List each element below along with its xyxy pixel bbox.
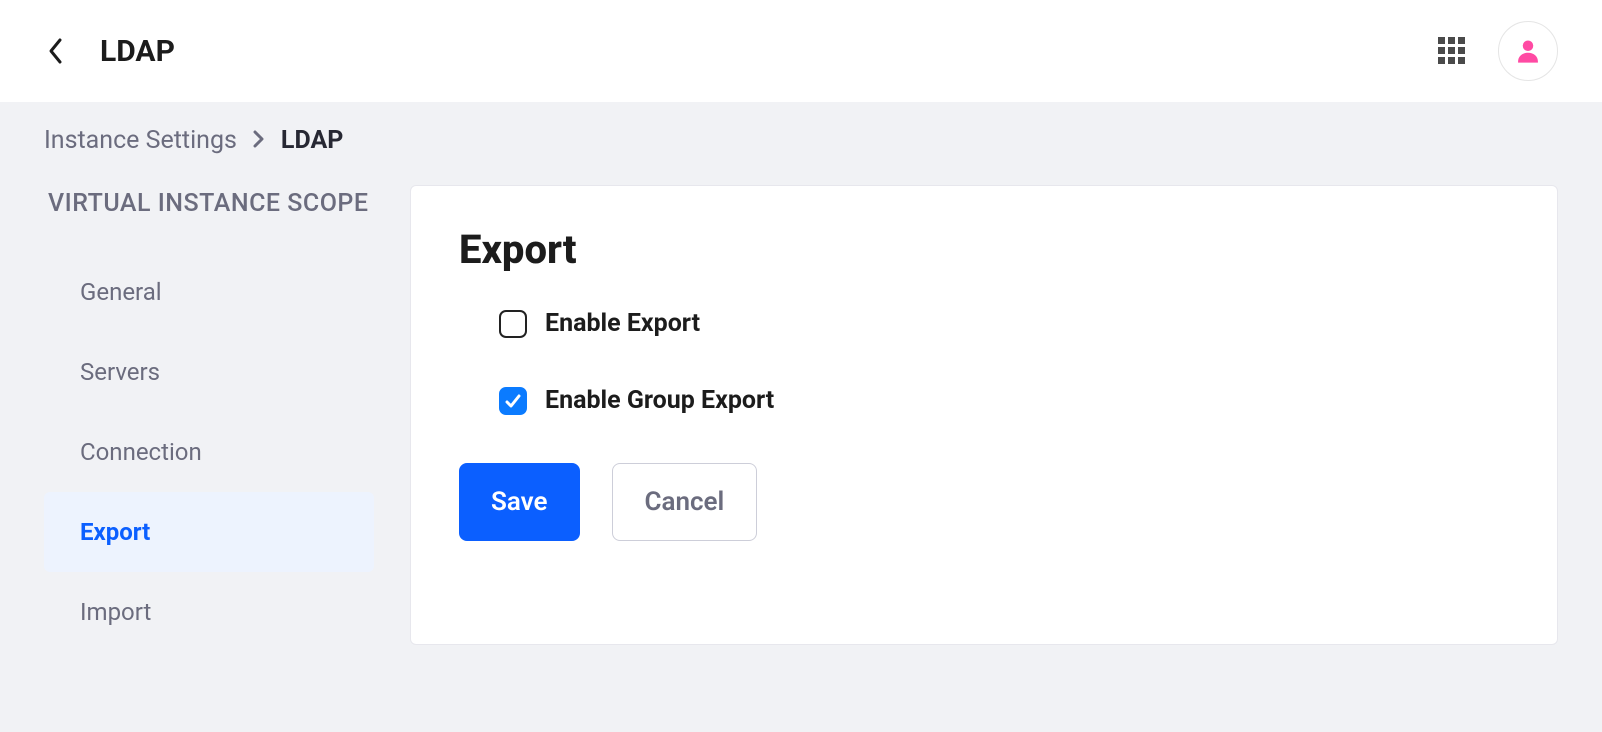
top-header: LDAP xyxy=(0,0,1602,102)
sidebar-item-import[interactable]: Import xyxy=(44,572,374,652)
grid-icon xyxy=(1437,36,1467,66)
button-row: Save Cancel xyxy=(459,463,1509,541)
avatar[interactable] xyxy=(1498,21,1558,81)
field-enable-group-export: Enable Group Export xyxy=(459,386,1509,415)
top-header-right xyxy=(1434,21,1558,81)
sidebar-item-general[interactable]: General xyxy=(44,252,374,332)
page-title: LDAP xyxy=(100,34,175,69)
panel-export: Export Enable Export Enable Group Export xyxy=(410,185,1558,645)
checkbox-enable-export[interactable] xyxy=(499,310,527,338)
top-header-left: LDAP xyxy=(44,34,175,69)
sidebar-item-label: Import xyxy=(80,598,151,626)
back-button[interactable] xyxy=(44,39,68,63)
main-area: Instance Settings LDAP VIRTUAL INSTANCE … xyxy=(0,102,1602,732)
panel-heading: Export xyxy=(459,226,1509,273)
breadcrumb: Instance Settings LDAP xyxy=(0,102,1602,167)
checkbox-label-enable-export: Enable Export xyxy=(545,309,700,338)
sidebar-item-servers[interactable]: Servers xyxy=(44,332,374,412)
sidebar-heading: VIRTUAL INSTANCE SCOPE xyxy=(44,185,374,224)
chevron-left-icon xyxy=(47,37,65,65)
check-icon xyxy=(504,392,522,410)
save-button[interactable]: Save xyxy=(459,463,580,541)
checkbox-label-enable-group-export: Enable Group Export xyxy=(545,386,774,415)
user-icon xyxy=(1514,37,1542,65)
sidebar-item-export[interactable]: Export xyxy=(44,492,374,572)
sidebar-item-label: Connection xyxy=(80,438,202,466)
checkbox-enable-group-export[interactable] xyxy=(499,387,527,415)
apps-button[interactable] xyxy=(1434,33,1470,69)
content-row: VIRTUAL INSTANCE SCOPE General Servers C… xyxy=(0,167,1602,652)
sidebar-item-label: Servers xyxy=(80,358,160,386)
sidebar-item-label: Export xyxy=(80,518,150,546)
breadcrumb-parent[interactable]: Instance Settings xyxy=(44,126,237,155)
breadcrumb-current: LDAP xyxy=(281,126,343,155)
sidebar-item-label: General xyxy=(80,278,162,306)
cancel-button[interactable]: Cancel xyxy=(612,463,758,541)
sidebar-item-connection[interactable]: Connection xyxy=(44,412,374,492)
sidebar: VIRTUAL INSTANCE SCOPE General Servers C… xyxy=(44,185,374,652)
chevron-right-icon xyxy=(253,126,265,155)
field-enable-export: Enable Export xyxy=(459,309,1509,338)
